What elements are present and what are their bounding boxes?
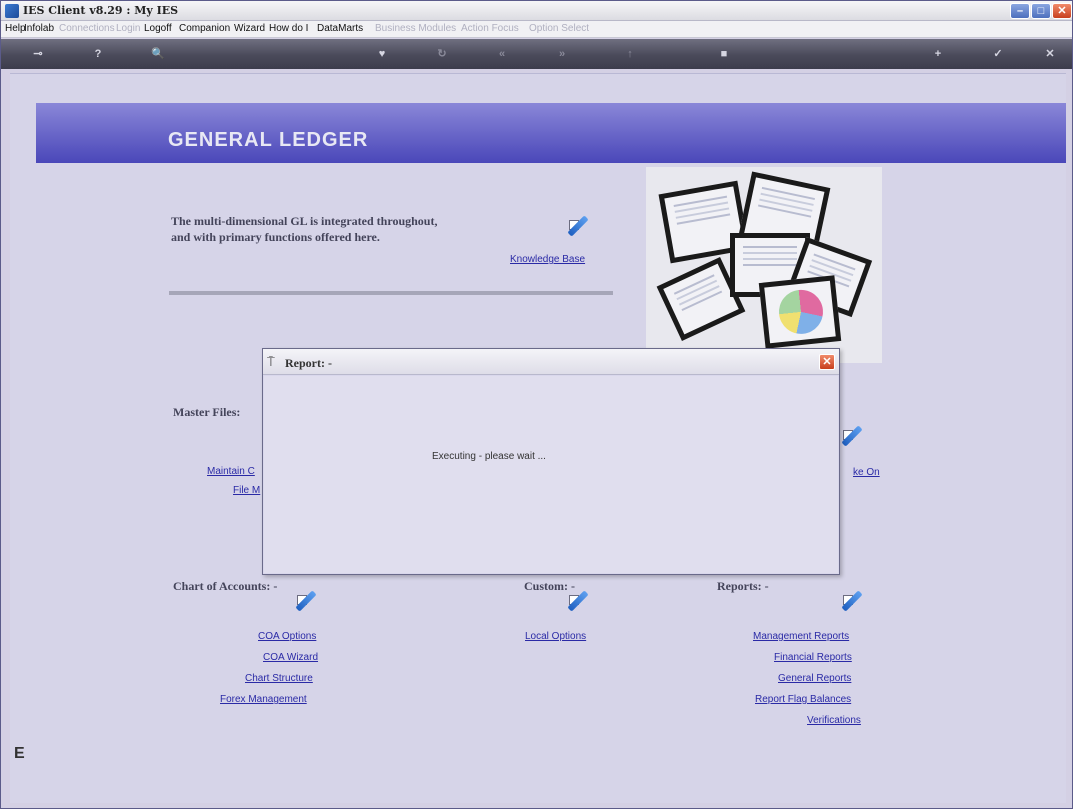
link-financial-reports[interactable]: Financial Reports [774,652,852,663]
reports-label: Reports: - [717,579,769,593]
link-report-flag-balances[interactable]: Report Flag Balances [755,694,851,705]
coa-icon[interactable] [295,589,319,612]
stop-icon[interactable]: ■ [715,45,733,63]
help-icon[interactable]: ? [89,45,107,63]
menu-item-login: Login [116,23,141,34]
page-title: GENERAL LEDGER [168,129,369,151]
link-general-reports[interactable]: General Reports [778,673,851,684]
link-maintain[interactable]: Maintain C [207,466,255,477]
back-icon[interactable]: « [493,45,511,63]
link-verifications[interactable]: Verifications [807,715,861,726]
link-file-m[interactable]: File M [233,485,260,496]
search-icon[interactable]: 🔍 [149,45,167,63]
menu-item-help[interactable]: Help [5,23,26,34]
dialog-message: Executing - please wait ... [432,451,546,462]
local-options-icon[interactable] [567,589,591,612]
close-icon[interactable]: ✕ [1041,45,1059,63]
menu-item-wizard[interactable]: Wizard [234,23,265,34]
check-icon[interactable]: ✓ [989,45,1007,63]
heart-icon[interactable]: ♥ [373,45,391,63]
close-button[interactable]: ✕ [1052,3,1072,19]
menu-item-how-do-i[interactable]: How do I [269,23,308,34]
toolbar: ⊸ ? 🔍 ♥ ↻ « » ↑ ■ + ✓ ✕ [1,39,1072,69]
pie-graphic [776,287,826,337]
refresh-icon[interactable]: ↻ [433,45,451,63]
link-coa-options[interactable]: COA Options [258,631,316,642]
dialog-title-bar[interactable]: ⍑ Report: - ✕ [263,349,839,375]
page-banner: GENERAL LEDGER [36,103,1066,163]
link-management-reports[interactable]: Management Reports [753,631,849,642]
app-icon [5,4,19,18]
side-letter: E [14,745,25,762]
link-take-on[interactable]: ke On [853,467,880,478]
title-bar: IES Client v8.29 : My IES – □ ✕ [1,1,1072,21]
dialog-body: Executing - please wait ... [264,376,838,573]
master-files-label: Master Files: [173,405,241,419]
link-coa-wizard[interactable]: COA Wizard [263,652,318,663]
menu-item-action-focus: Action Focus [461,23,519,34]
menu-bar: Help Infolab Connections Login Logoff Co… [1,21,1072,38]
app-window: IES Client v8.29 : My IES – □ ✕ Help Inf… [0,0,1073,809]
photo-pie-chart [758,275,842,349]
menu-item-companion[interactable]: Companion [179,23,230,34]
link-chart-structure[interactable]: Chart Structure [245,673,313,684]
dialog-close-button[interactable]: ✕ [819,354,835,370]
menu-item-business-modules: Business Modules [375,23,457,34]
pin-icon: ⍑ [267,354,275,369]
intro-text: The multi-dimensional GL is integrated t… [171,214,438,244]
knowledge-base-icon[interactable] [567,214,591,237]
knowledge-base-link[interactable]: Knowledge Base [510,254,585,265]
reports-icon[interactable] [841,589,865,612]
report-dialog: ⍑ Report: - ✕ Executing - please wait ..… [262,348,840,575]
take-on-icon[interactable] [841,424,865,447]
dialog-title: Report: - [285,356,332,370]
chart-of-accounts-label: Chart of Accounts: - [173,579,278,593]
plus-icon[interactable]: + [929,45,947,63]
forward-icon[interactable]: » [553,45,571,63]
maximize-button[interactable]: □ [1031,3,1051,19]
window-title: IES Client v8.29 : My IES [23,4,179,17]
collage-image [646,167,882,363]
link-local-options[interactable]: Local Options [525,631,586,642]
menu-item-infolab[interactable]: Infolab [24,23,54,34]
menu-item-datamarts[interactable]: DataMarts [317,23,363,34]
menu-item-option-select: Option Select [529,23,590,34]
minimize-button[interactable]: – [1010,3,1030,19]
key-icon[interactable]: ⊸ [29,45,47,63]
divider [169,291,613,295]
menu-item-logoff[interactable]: Logoff [144,23,172,34]
menu-item-connections: Connections [59,23,115,34]
link-forex-management[interactable]: Forex Management [220,694,307,705]
up-icon[interactable]: ↑ [621,45,639,63]
